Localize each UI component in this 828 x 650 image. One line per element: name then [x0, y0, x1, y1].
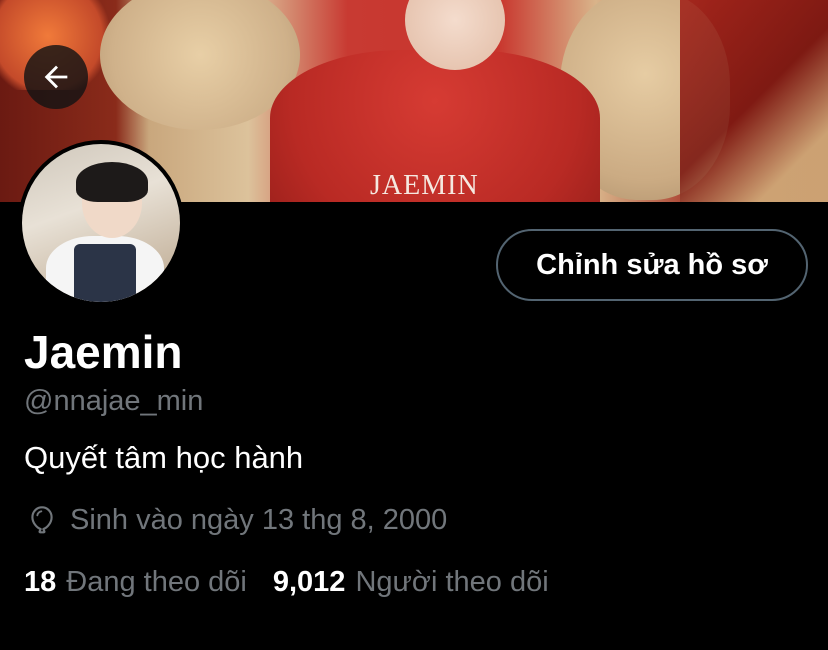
followers-count: 9,012 — [272, 566, 346, 598]
birthday-text: Sinh vào ngày 13 thg 8, 2000 — [70, 504, 448, 536]
balloon-icon — [31, 506, 53, 534]
following-count: 18 — [24, 566, 57, 598]
banner-gift-boxes — [680, 0, 828, 202]
avatar[interactable] — [18, 140, 184, 306]
banner-shirt-text: JAEMIN — [370, 170, 479, 201]
follow-stats: 18 Đang theo dõi 9,012 Người theo dõi — [24, 564, 549, 600]
followers-link[interactable]: 9,012 Người theo dõi — [273, 564, 549, 600]
display-name: Jaemin — [24, 326, 183, 378]
profile-bio: Quyết tâm học hành — [24, 440, 304, 475]
edit-profile-button[interactable]: Chỉnh sửa hồ sơ — [496, 229, 808, 301]
following-label: Đang theo dõi — [66, 566, 247, 598]
back-button[interactable] — [24, 45, 88, 109]
username-handle: @nnajae_min — [24, 385, 204, 417]
following-link[interactable]: 18 Đang theo dõi — [24, 564, 247, 600]
birthday-row: Sinh vào ngày 13 thg 8, 2000 — [24, 502, 447, 538]
arrow-left-icon — [44, 65, 68, 89]
followers-label: Người theo dõi — [355, 566, 549, 598]
